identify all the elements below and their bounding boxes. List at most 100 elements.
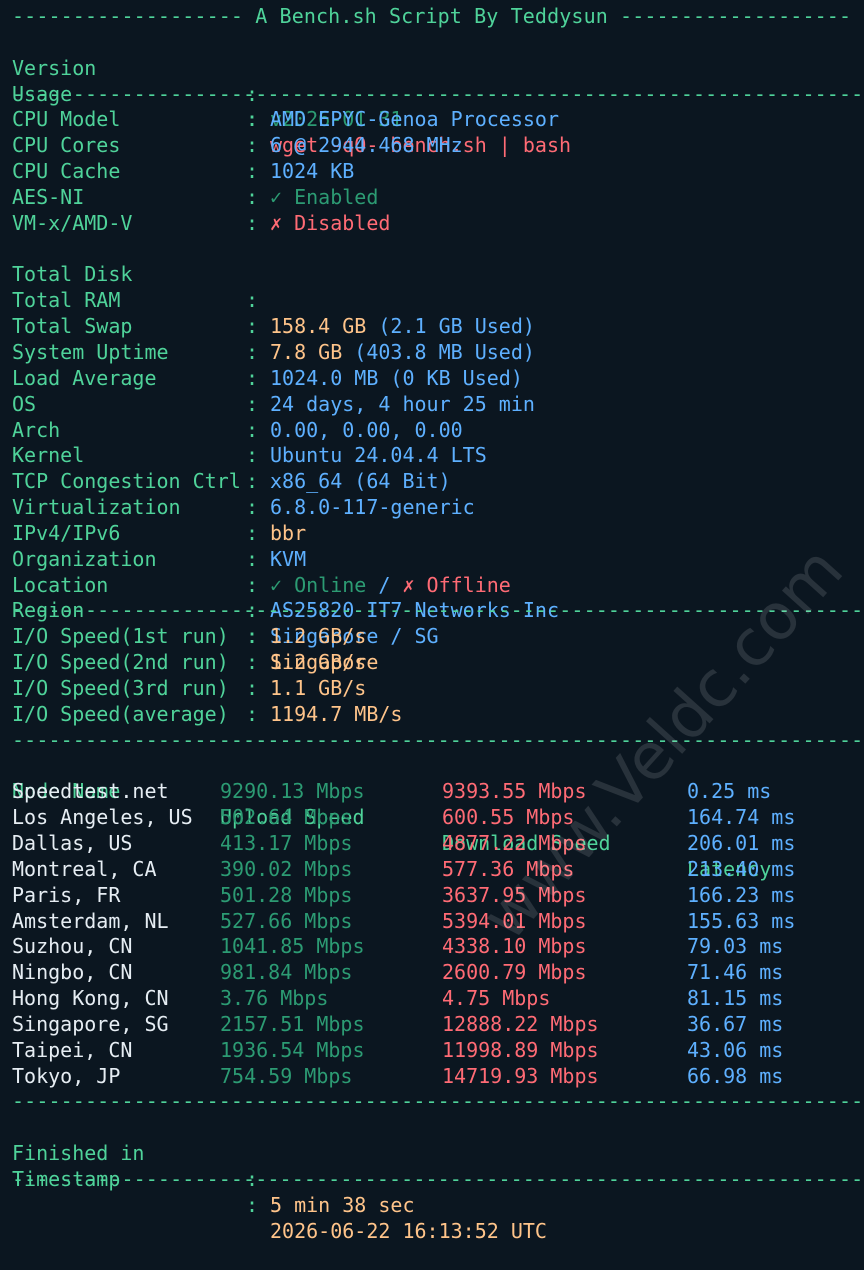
system-row: CPU Cores:6 @ 2944.468 MHz xyxy=(12,133,858,159)
download-speed: 9393.55 Mbps xyxy=(442,779,587,804)
colon: : xyxy=(246,650,259,675)
upload-speed: 1041.85 Mbps xyxy=(220,934,365,959)
download-speed: 2600.79 Mbps xyxy=(442,960,587,985)
system-value: 6 @ 2944.468 MHz xyxy=(270,133,463,158)
speedtest-row: Ningbo, CN 981.84 Mbps 2600.79 Mbps 71.46 m… xyxy=(12,960,858,986)
download-speed: 600.55 Mbps xyxy=(442,805,575,830)
colon: : xyxy=(246,210,259,235)
system-row: CPU Cache:1024 KB xyxy=(12,159,858,185)
colon: : xyxy=(246,1192,259,1217)
system-label: CPU Model xyxy=(12,107,121,132)
load-average-row: Load Average : 0.00, 0.00, 0.00 xyxy=(12,340,858,442)
speedtest-row: Los Angeles, US 502.64 Mbps 600.55 Mbps 164… xyxy=(12,805,858,831)
finished-value: 5 min 38 sec xyxy=(270,1192,415,1217)
arch-row: Arch : x86_64 (64 Bit) xyxy=(12,392,858,494)
latency: 66.98 ms xyxy=(687,1063,784,1088)
upload-speed: 2157.51 Mbps xyxy=(220,1011,365,1036)
download-speed: 3637.95 Mbps xyxy=(442,882,587,907)
colon: : xyxy=(246,159,259,184)
node-name: Hong Kong, CN xyxy=(12,986,169,1011)
separator-line: ----------------------------------------… xyxy=(12,81,864,106)
node-name: Taipei, CN xyxy=(12,1037,133,1062)
system-label: CPU Cache xyxy=(12,159,121,184)
system-label: CPU Cores xyxy=(12,133,121,158)
region-row: Region : Singapore xyxy=(12,573,858,674)
finished-row: Finished in : 5 min 38 sec xyxy=(12,1115,858,1217)
node-name: Paris, FR xyxy=(12,882,121,907)
download-speed: 14719.93 Mbps xyxy=(442,1063,599,1088)
io-speed-value: 1.2 GB/s xyxy=(270,624,367,649)
header-title: ------------------- A Bench.sh Script By… xyxy=(12,4,852,28)
colon: : xyxy=(246,107,259,132)
upload-speed: 390.02 Mbps xyxy=(220,856,353,881)
terminal-output: ------------------- A Bench.sh Script By… xyxy=(12,4,864,1243)
download-speed: 4.75 Mbps xyxy=(442,986,551,1011)
node-name: Suzhou, CN xyxy=(12,934,133,959)
io-speed-label: I/O Speed(average) xyxy=(12,701,229,726)
os-row: OS : Ubuntu 24.04.4 LTS xyxy=(12,366,858,468)
kernel-row: Kernel : 6.8.0-117-generic xyxy=(12,418,858,519)
system-label: AES-NI xyxy=(12,184,85,209)
node-name: Amsterdam, NL xyxy=(12,908,169,933)
speedtest-row: Singapore, SG 2157.51 Mbps 12888.22 Mbps 36… xyxy=(12,1012,858,1038)
colon: : xyxy=(246,624,259,649)
download-speed: 5394.01 Mbps xyxy=(442,908,587,933)
latency: 71.46 ms xyxy=(687,960,784,985)
upload-speed: 1936.54 Mbps xyxy=(220,1037,365,1062)
latency: 79.03 ms xyxy=(687,934,784,959)
colon: : xyxy=(246,133,259,158)
upload-speed: 3.76 Mbps xyxy=(220,986,329,1011)
speedtest-row: Tokyo, JP 754.59 Mbps 14719.93 Mbps 66.98 m… xyxy=(12,1064,858,1090)
download-speed: 4338.10 Mbps xyxy=(442,934,587,959)
download-speed: 4877.22 Mbps xyxy=(442,831,587,855)
speedtest-row: Taipei, CN 1936.54 Mbps 11998.89 Mbps 43.06… xyxy=(12,1038,858,1064)
speedtest-row: Speedtest.net 9290.13 Mbps 9393.55 Mbps 0.2… xyxy=(12,779,858,805)
system-value: AMD EPYC-Genoa Processor xyxy=(270,107,559,132)
node-name: Singapore, SG xyxy=(12,1011,169,1036)
speedtest-row: Montreal, CA 390.02 Mbps 577.36 Mbps 213.40… xyxy=(12,857,858,883)
upload-speed: 981.84 Mbps xyxy=(220,960,353,985)
separator-line: ----------------------------------------… xyxy=(12,1166,864,1191)
io-speed-row: I/O Speed(2nd run):1.2 GB/s xyxy=(12,650,858,676)
node-name: Speedtest.net xyxy=(12,779,169,804)
total-ram-row: Total RAM : 7.8 GB (403.8 MB Used) xyxy=(12,262,858,364)
uptime-row: System Uptime : 24 days, 4 hour 25 min xyxy=(12,314,858,416)
latency: 81.15 ms xyxy=(687,986,784,1011)
speedtest-header-row: Node Name Upload Speed Download Speed La… xyxy=(12,753,858,881)
latency: 166.23 ms xyxy=(687,882,796,907)
speedtest-row: Hong Kong, CN 3.76 Mbps 4.75 Mbps 81.15 ms xyxy=(12,986,858,1012)
colon: : xyxy=(246,701,259,726)
io-speed-value: 1.2 GB/s xyxy=(270,650,367,675)
colon: : xyxy=(246,184,259,209)
io-speed-row: I/O Speed(3rd run):1.1 GB/s xyxy=(12,676,858,702)
separator-line: ----------------------------------------… xyxy=(12,598,864,623)
latency: 43.06 ms xyxy=(687,1037,784,1062)
node-name: Los Angeles, US xyxy=(12,805,193,830)
node-name: Ningbo, CN xyxy=(12,960,133,985)
upload-speed: 754.59 Mbps xyxy=(220,1063,353,1088)
location-row: Location : Singapore / SG xyxy=(12,547,858,649)
total-disk-row: Total Disk : 158.4 GB (2.1 GB Used) xyxy=(12,237,858,338)
system-label: VM-x/AMD-V xyxy=(12,210,133,235)
system-value: 1024 KB xyxy=(270,159,355,184)
latency: 213.40 ms xyxy=(687,856,796,881)
timestamp-value: 2026-06-22 16:13:52 UTC xyxy=(270,1218,547,1243)
usage-row: Usage : wget -qO- bench.sh | bash xyxy=(12,56,858,158)
download-speed: 12888.22 Mbps xyxy=(442,1011,599,1036)
system-value: ✓ Enabled xyxy=(270,184,379,209)
io-speed-row: I/O Speed(average):1194.7 MB/s xyxy=(12,702,858,728)
system-value: ✗ Disabled xyxy=(270,210,391,235)
version-row: Version : v2026-01-31 xyxy=(12,30,858,132)
tcp-row: TCP Congestion Ctrl : bbr xyxy=(12,443,858,545)
node-name: Tokyo, JP xyxy=(12,1063,121,1088)
io-speed-label: I/O Speed(2nd run) xyxy=(12,650,229,675)
download-speed: 11998.89 Mbps xyxy=(442,1037,599,1062)
io-speed-value: 1194.7 MB/s xyxy=(270,701,403,726)
separator-line: ----------------------------------------… xyxy=(12,1089,864,1114)
speedtest-row: Suzhou, CN 1041.85 Mbps 4338.10 Mbps 79.03 … xyxy=(12,934,858,960)
latency: 155.63 ms xyxy=(687,908,796,933)
speedtest-row: Amsterdam, NL 527.66 Mbps 5394.01 Mbps 155.… xyxy=(12,909,858,935)
system-row: VM-x/AMD-V: ✗ Disabled xyxy=(12,211,858,237)
io-speed-row: I/O Speed(1st run):1.2 GB/s xyxy=(12,624,858,650)
io-speed-value: 1.1 GB/s xyxy=(270,675,367,700)
